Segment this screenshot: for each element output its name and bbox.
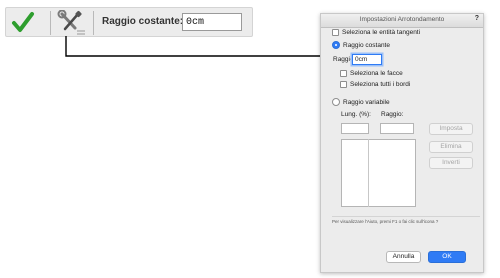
delete-button[interactable]: Elimina <box>429 141 473 153</box>
ok-button[interactable]: OK <box>428 251 466 263</box>
radio-selected[interactable] <box>332 41 340 49</box>
select-tangent-label: Seleziona le entità tangenti <box>342 29 421 36</box>
variable-radius-input[interactable] <box>380 123 414 134</box>
radio-unselected[interactable] <box>332 98 340 106</box>
constant-radius-radio[interactable]: Raggio costante <box>332 41 390 49</box>
variable-radius-list[interactable] <box>341 139 416 207</box>
checkbox-box[interactable] <box>340 70 347 77</box>
checkbox-box[interactable] <box>332 29 339 36</box>
cancel-button[interactable]: Annulla <box>386 251 421 263</box>
checkbox-box[interactable] <box>340 81 347 88</box>
help-hint-text: Per visualizzare l'Aiuto, premi F1 o fai… <box>332 219 439 224</box>
length-column-header: Lung. (%): <box>341 111 371 118</box>
dialog-titlebar[interactable]: Impostazioni Arrotondamento ? <box>321 14 483 28</box>
select-all-edges-checkbox[interactable]: Seleziona tutti i bordi <box>340 81 410 88</box>
select-faces-checkbox[interactable]: Seleziona le facce <box>340 70 403 77</box>
list-column-divider <box>368 139 369 207</box>
constant-radius-label: Raggio costante <box>343 41 390 49</box>
select-all-edges-label: Seleziona tutti i bordi <box>350 81 411 88</box>
dialog-radius-input[interactable]: 0cm <box>352 54 382 65</box>
radius-column-header: Raggio: <box>381 111 404 118</box>
select-tangent-checkbox[interactable]: Seleziona le entità tangenti <box>332 29 420 36</box>
dialog-title: Impostazioni Arrotondamento <box>359 16 445 23</box>
set-button[interactable]: Imposta <box>429 123 473 135</box>
divider <box>332 216 480 217</box>
variable-radius-label: Raggio variabile <box>343 98 390 106</box>
help-icon[interactable]: ? <box>475 15 479 22</box>
select-faces-label: Seleziona le facce <box>350 70 403 77</box>
length-input[interactable] <box>341 123 369 134</box>
variable-radius-radio[interactable]: Raggio variabile <box>332 98 390 106</box>
invert-button[interactable]: Inverti <box>429 157 473 169</box>
